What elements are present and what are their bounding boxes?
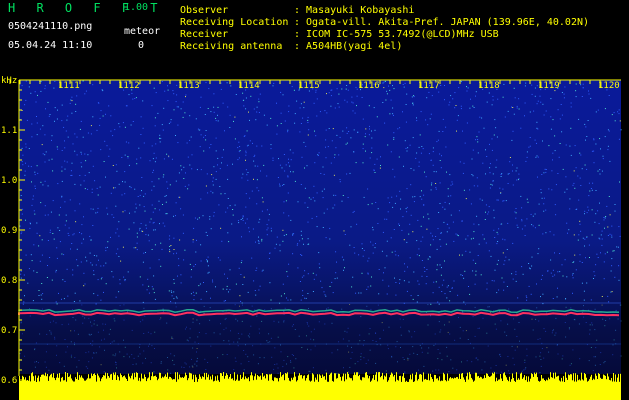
time-tick-label: 1113: [178, 81, 200, 91]
meteor-label: meteor: [124, 26, 161, 37]
antenna-value: : A504HB(yagi 4el): [294, 41, 403, 52]
location-value: : Ogata-vill. Akita-Pref. JAPAN (139.96E…: [294, 17, 590, 28]
y-tick-label: 0.6: [1, 376, 17, 386]
time-tick-label: 1118: [478, 81, 500, 91]
y-tick-label: 1.1: [1, 126, 17, 136]
location-label: Receiving Location: [180, 17, 289, 28]
antenna-label: Receiving antenna: [180, 41, 283, 52]
time-tick-label: 1119: [538, 81, 560, 91]
time-tick-label: 1112: [118, 81, 140, 91]
time-tick-label: 1116: [358, 81, 380, 91]
y-tick-label: 0.8: [1, 276, 17, 286]
y-axis-unit: kHz: [1, 76, 17, 86]
time-tick-label: 1114: [238, 81, 260, 91]
meteor-count: 0: [138, 40, 145, 51]
observer-label: Observer: [180, 5, 229, 16]
receiver-value: : ICOM IC-575 53.7492(@LCD)MHz USB: [294, 29, 499, 40]
receiver-label: Receiver: [180, 29, 229, 40]
date-time: 05.04.24 11:10: [8, 40, 93, 51]
y-tick-label: 0.7: [1, 326, 17, 336]
time-tick-label: 1120: [598, 81, 620, 91]
observer-value: : Masayuki Kobayashi: [294, 5, 415, 16]
y-tick-label: 0.9: [1, 226, 17, 236]
spectrogram: kHz 1.1 1.0 0.9 0.8 0.7 0.6 1111 1112 1113 1114 11…: [0, 74, 629, 400]
y-tick-label: 1.0: [1, 176, 17, 186]
time-tick-label: 1117: [418, 81, 440, 91]
app-version: 1.00: [124, 2, 149, 13]
header-panel: H R O F F T 1.00 0504241110.png meteor 0…: [0, 0, 629, 74]
file-name: 0504241110.png: [8, 21, 93, 32]
spectrogram-field: [19, 80, 621, 374]
time-tick-label: 1115: [298, 81, 320, 91]
time-tick-label: 1111: [58, 81, 80, 91]
